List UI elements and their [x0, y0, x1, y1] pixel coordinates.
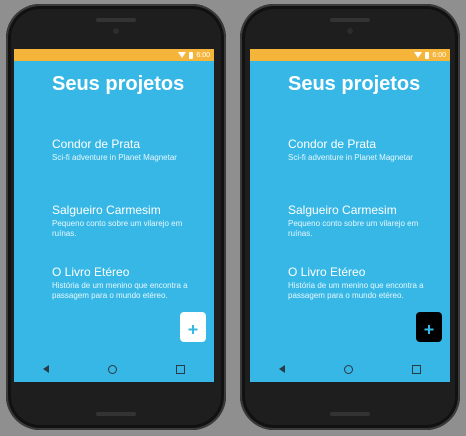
project-description: Pequeno conto sobre um vilarejo em ruína…	[288, 219, 419, 238]
project-name: Salgueiro Carmesim	[52, 203, 161, 217]
project-name: O Livro Etéreo	[52, 265, 130, 279]
speaker-grille-bottom	[96, 412, 136, 416]
status-time: 6:00	[432, 51, 446, 59]
project-name: Condor de Prata	[52, 137, 141, 151]
project-item[interactable]: Salgueiro Carmesim Pequeno conto sobre u…	[288, 203, 428, 239]
back-icon[interactable]	[279, 365, 286, 373]
project-name: Condor de Prata	[288, 137, 377, 151]
add-project-button[interactable]	[180, 312, 206, 342]
project-description: Sci-fi adventure in Planet Magnetar	[52, 153, 177, 162]
project-name: O Livro Etéreo	[288, 265, 366, 279]
add-project-button[interactable]	[416, 312, 442, 342]
page-title: Seus projetos	[52, 73, 185, 95]
add-file-icon	[421, 317, 437, 337]
status-icons: 6:00	[414, 50, 446, 60]
status-icons: 6:00	[178, 50, 210, 60]
battery-icon	[425, 51, 430, 59]
speaker-grille	[96, 18, 136, 22]
project-item[interactable]: Salgueiro Carmesim Pequeno conto sobre u…	[52, 203, 192, 239]
front-camera	[113, 28, 119, 34]
front-camera	[347, 28, 353, 34]
recent-apps-icon[interactable]	[175, 364, 185, 374]
home-icon[interactable]	[107, 364, 117, 374]
wifi-icon	[178, 52, 187, 58]
add-file-icon	[185, 317, 201, 337]
status-bar: 6:00	[14, 49, 214, 61]
phone-frame-left: 6:00 Seus projetos Condor de Prata Sci-f…	[6, 4, 226, 430]
project-item[interactable]: Condor de Prata Sci-fi adventure in Plan…	[52, 137, 192, 163]
project-description: História de um menino que encontra a pas…	[52, 281, 188, 300]
recent-apps-icon[interactable]	[411, 364, 421, 374]
phone-frame-right: 6:00 Seus projetos Condor de Prata Sci-f…	[240, 4, 460, 430]
app-screen: 6:00 Seus projetos Condor de Prata Sci-f…	[14, 49, 214, 382]
project-description: Sci-fi adventure in Planet Magnetar	[288, 153, 413, 162]
wifi-icon	[414, 52, 423, 58]
navigation-bar	[14, 356, 214, 382]
project-name: Salgueiro Carmesim	[288, 203, 397, 217]
home-icon[interactable]	[343, 364, 353, 374]
project-item[interactable]: Condor de Prata Sci-fi adventure in Plan…	[288, 137, 428, 163]
page-title: Seus projetos	[288, 73, 421, 95]
project-item[interactable]: O Livro Etéreo História de um menino que…	[52, 265, 192, 301]
battery-icon	[189, 51, 194, 59]
status-bar: 6:00	[250, 49, 450, 61]
project-description: Pequeno conto sobre um vilarejo em ruína…	[52, 219, 183, 238]
speaker-grille	[330, 18, 370, 22]
app-screen: 6:00 Seus projetos Condor de Prata Sci-f…	[250, 49, 450, 382]
back-icon[interactable]	[43, 365, 50, 373]
navigation-bar	[250, 356, 450, 382]
speaker-grille-bottom	[330, 412, 370, 416]
project-description: História de um menino que encontra a pas…	[288, 281, 424, 300]
status-time: 6:00	[196, 51, 210, 59]
project-item[interactable]: O Livro Etéreo História de um menino que…	[288, 265, 428, 301]
